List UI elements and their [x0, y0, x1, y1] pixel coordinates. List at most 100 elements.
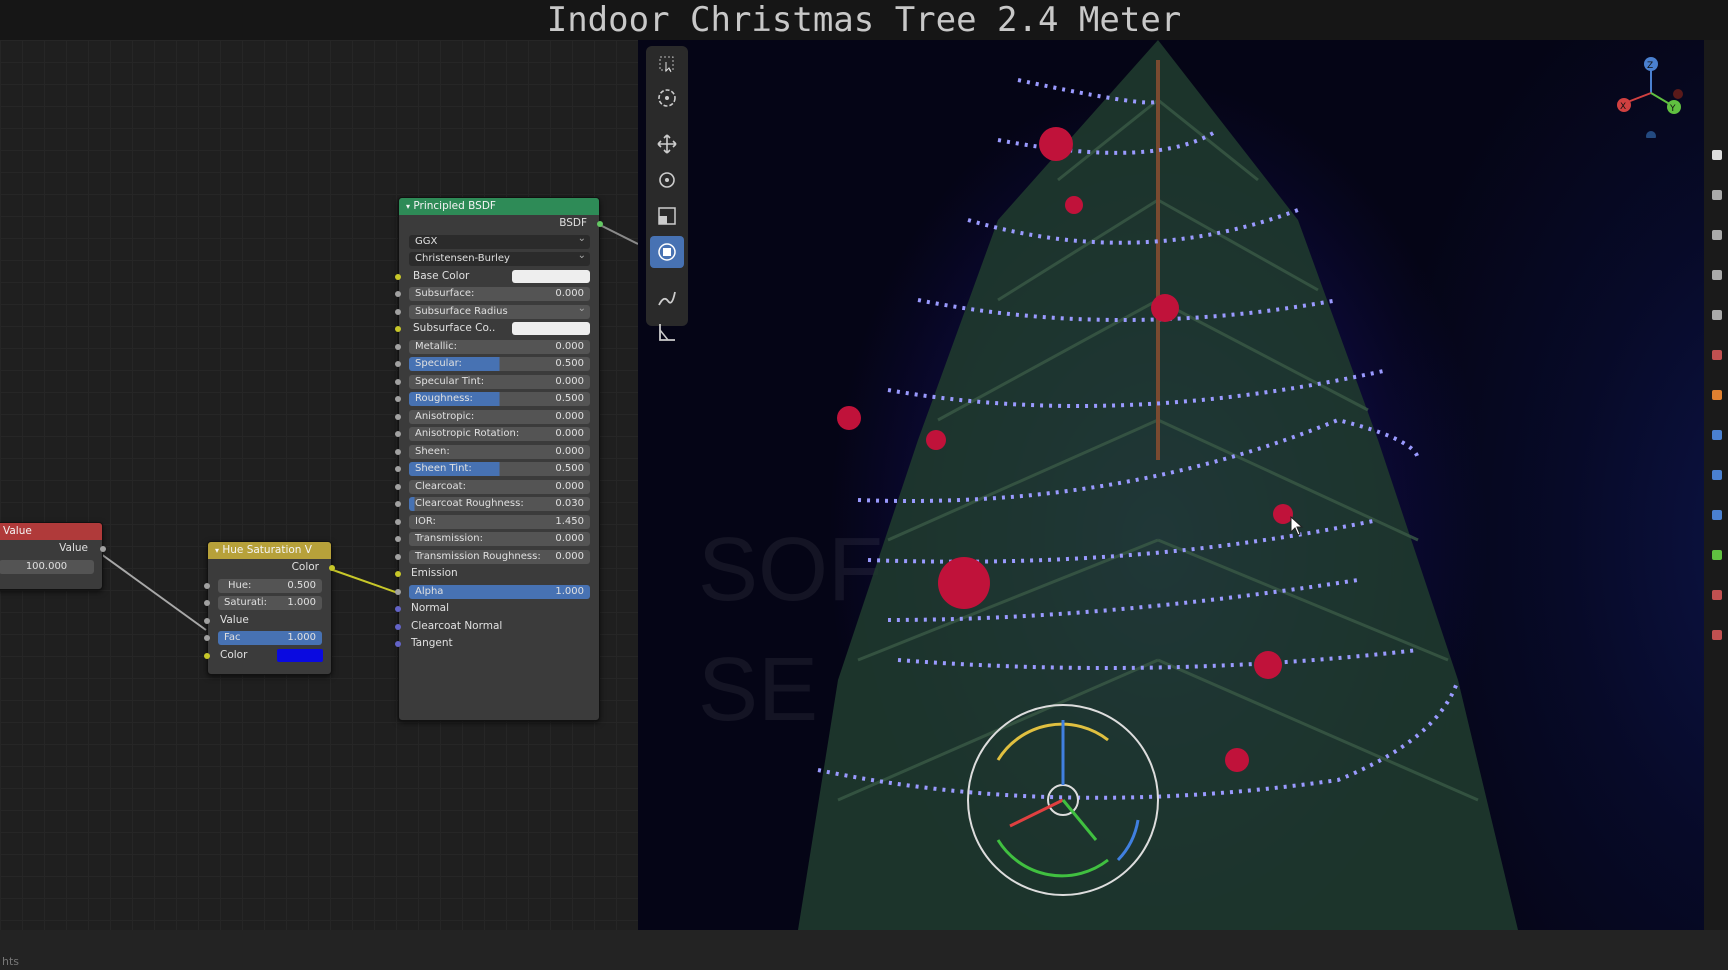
distribution-dropdown[interactable]: GGX: [409, 232, 590, 249]
collapse-icon[interactable]: ▾: [215, 546, 219, 555]
input-field[interactable]: Clearcoat: 0.000: [409, 479, 590, 494]
input-socket[interactable]: [395, 326, 401, 332]
physics-icon[interactable]: [1712, 510, 1722, 520]
collapse-icon[interactable]: ▾: [406, 202, 410, 211]
rotate-tool[interactable]: [650, 164, 684, 196]
bsdf-input-row[interactable]: Specular: 0.500: [395, 355, 599, 373]
input-field[interactable]: Clearcoat Roughness: 0.030: [409, 497, 590, 511]
bsdf-input-row[interactable]: Transmission: 0.000: [395, 530, 599, 548]
scale-tool[interactable]: [650, 200, 684, 232]
input-socket[interactable]: [395, 483, 401, 490]
hue-output-socket[interactable]: [329, 565, 335, 571]
color-swatch[interactable]: [277, 648, 323, 662]
scene-icon[interactable]: [1712, 310, 1722, 320]
input-socket[interactable]: [395, 273, 401, 280]
saturation-field[interactable]: Saturati: 1.000: [218, 596, 322, 610]
input-socket[interactable]: [395, 571, 401, 577]
input-field[interactable]: Anisotropic: 0.000: [409, 409, 590, 424]
value-node[interactable]: Value Value 100.000: [0, 522, 106, 590]
bsdf-input-row[interactable]: Roughness: 0.500: [395, 390, 599, 408]
bsdf-input-row[interactable]: Clearcoat: 0.000: [395, 478, 599, 496]
input-field[interactable]: Subsurface: 0.000: [409, 287, 590, 301]
principled-bsdf-node[interactable]: ▾ Principled BSDF BSDF GGX Christensen-B…: [395, 197, 603, 721]
input-field[interactable]: Anisotropic Rotation: 0.000: [409, 427, 590, 441]
input-socket[interactable]: [395, 536, 401, 542]
hue-socket[interactable]: [204, 582, 210, 589]
bsdf-input-row[interactable]: Alpha 1.000: [395, 583, 599, 601]
subsurface-method-dropdown[interactable]: Christensen-Burley: [409, 249, 590, 266]
value-field[interactable]: 100.000: [0, 559, 94, 574]
input-field[interactable]: Metallic: 0.000: [409, 339, 590, 354]
tool-icon[interactable]: [1712, 150, 1722, 160]
value-output-socket[interactable]: [100, 546, 106, 552]
input-socket[interactable]: [395, 466, 401, 472]
bsdf-input-row[interactable]: Subsurface Co..: [395, 320, 599, 338]
bsdf-input-row[interactable]: Clearcoat Normal: [395, 618, 599, 636]
constraints-icon[interactable]: [1712, 550, 1722, 560]
input-socket[interactable]: [395, 641, 401, 647]
bsdf-input-row[interactable]: IOR: 1.450: [395, 513, 599, 531]
bsdf-input-row[interactable]: Subsurface Radius: [395, 302, 599, 321]
input-socket[interactable]: [395, 518, 401, 525]
navigation-gizmo[interactable]: Z X Y: [1610, 48, 1692, 138]
color-swatch[interactable]: [512, 269, 590, 283]
input-socket[interactable]: [395, 413, 401, 420]
view-layer-icon[interactable]: [1712, 270, 1722, 280]
hue-saturation-node[interactable]: ▾ Hue Saturation V Color Hue: 0.500 Satu…: [204, 541, 335, 675]
bsdf-input-row[interactable]: Anisotropic Rotation: 0.000: [395, 425, 599, 443]
move-tool[interactable]: [650, 128, 684, 160]
value-socket[interactable]: [204, 617, 210, 624]
input-field[interactable]: Transmission Roughness: 0.000: [409, 549, 590, 564]
input-field[interactable]: Specular: 0.500: [409, 357, 590, 371]
color-swatch[interactable]: [512, 322, 590, 335]
input-socket[interactable]: [395, 308, 401, 315]
input-field[interactable]: Sheen Tint: 0.500: [409, 462, 590, 476]
input-socket[interactable]: [395, 553, 401, 560]
bsdf-input-row[interactable]: Anisotropic: 0.000: [395, 408, 599, 426]
input-socket[interactable]: [395, 343, 401, 350]
bsdf-input-row[interactable]: Subsurface: 0.000: [395, 285, 599, 303]
input-socket[interactable]: [395, 606, 401, 612]
input-socket[interactable]: [395, 396, 401, 402]
bsdf-input-row[interactable]: Transmission Roughness: 0.000: [395, 548, 599, 566]
render-icon[interactable]: [1712, 190, 1722, 200]
input-dropdown[interactable]: Subsurface Radius: [409, 302, 590, 319]
bsdf-input-row[interactable]: Normal: [395, 600, 599, 618]
bsdf-input-row[interactable]: Emission: [395, 565, 599, 583]
bsdf-input-row[interactable]: Base Color: [395, 268, 599, 286]
3d-viewport[interactable]: SOF SE Z X Y: [638, 40, 1704, 930]
bsdf-input-row[interactable]: Specular Tint: 0.000: [395, 373, 599, 391]
measure-tool[interactable]: [650, 316, 684, 348]
bsdf-output-socket[interactable]: [597, 221, 603, 227]
world-icon[interactable]: [1712, 350, 1722, 360]
cursor-tool[interactable]: [650, 82, 684, 114]
input-socket[interactable]: [395, 378, 401, 385]
input-field[interactable]: Specular Tint: 0.000: [409, 374, 590, 389]
hue-field[interactable]: Hue: 0.500: [218, 578, 322, 593]
bsdf-input-row[interactable]: Sheen: 0.000: [395, 443, 599, 461]
bsdf-input-row[interactable]: Sheen Tint: 0.500: [395, 460, 599, 478]
input-field[interactable]: Roughness: 0.500: [409, 392, 590, 406]
modifier-icon[interactable]: [1712, 430, 1722, 440]
color-socket[interactable]: [204, 652, 210, 659]
input-socket[interactable]: [395, 623, 401, 630]
bsdf-input-row[interactable]: Tangent: [395, 635, 599, 653]
transform-tool[interactable]: [650, 236, 684, 268]
input-field[interactable]: IOR: 1.450: [409, 514, 590, 529]
input-socket[interactable]: [395, 431, 401, 437]
output-icon[interactable]: [1712, 230, 1722, 240]
input-socket[interactable]: [395, 448, 401, 455]
annotate-tool[interactable]: [650, 282, 684, 314]
hue-node-header[interactable]: ▾ Hue Saturation V: [208, 542, 331, 559]
input-field[interactable]: Sheen: 0.000: [409, 444, 590, 459]
particles-icon[interactable]: [1712, 470, 1722, 480]
select-box-tool[interactable]: [650, 48, 684, 80]
input-field[interactable]: Alpha 1.000: [409, 584, 590, 599]
input-socket[interactable]: [395, 361, 401, 367]
input-field[interactable]: Transmission: 0.000: [409, 532, 590, 546]
saturation-socket[interactable]: [204, 600, 210, 606]
fac-socket[interactable]: [204, 635, 210, 641]
bsdf-input-row[interactable]: Metallic: 0.000: [395, 338, 599, 356]
input-socket[interactable]: [395, 588, 401, 595]
node-editor[interactable]: Value Value 100.000 ▾ Hue Saturation V C…: [0, 40, 638, 930]
